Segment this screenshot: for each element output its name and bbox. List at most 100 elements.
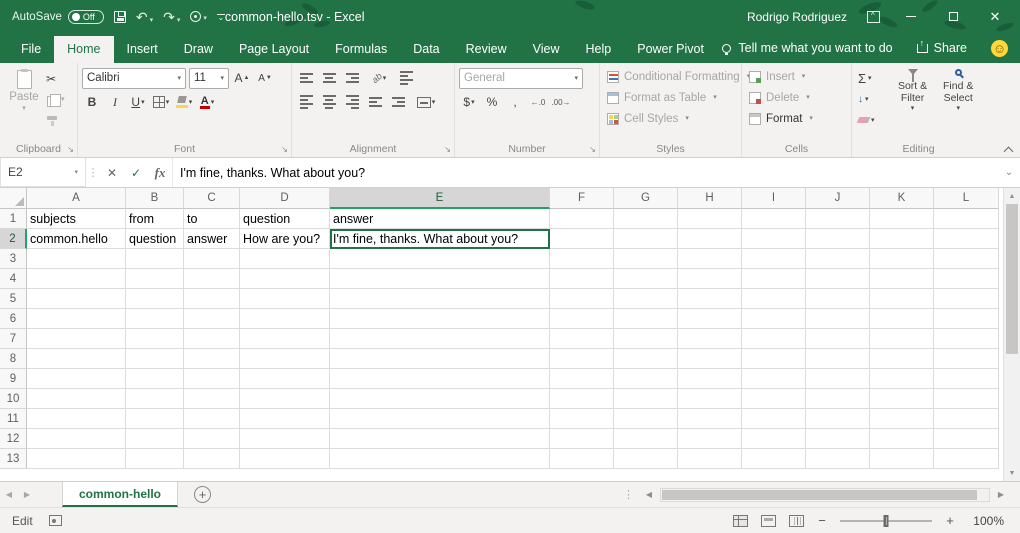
tab-page-layout[interactable]: Page Layout: [226, 36, 322, 63]
row-header-9[interactable]: 9: [0, 369, 27, 389]
cell-A3[interactable]: [27, 249, 126, 269]
formula-bar-splitter[interactable]: ⋮: [86, 158, 100, 187]
column-header-I[interactable]: I: [742, 188, 806, 209]
cell-L7[interactable]: [934, 329, 999, 349]
row-header-8[interactable]: 8: [0, 349, 27, 369]
cell-E9[interactable]: [330, 369, 550, 389]
cell-B6[interactable]: [126, 309, 184, 329]
cell-C9[interactable]: [184, 369, 240, 389]
cell-C1[interactable]: to: [184, 209, 240, 229]
bottom-align-button[interactable]: [342, 68, 362, 88]
decrease-decimal-button[interactable]: .00→: [551, 92, 571, 112]
fill-color-button[interactable]: ▾: [174, 92, 194, 112]
sort-filter-button[interactable]: Sort & Filter▾: [890, 66, 936, 140]
macro-record-icon[interactable]: [49, 515, 62, 526]
cell-I2[interactable]: [742, 229, 806, 249]
cell-J1[interactable]: [806, 209, 870, 229]
cell-G1[interactable]: [614, 209, 678, 229]
cell-I9[interactable]: [742, 369, 806, 389]
cell-F4[interactable]: [550, 269, 614, 289]
cell-E13[interactable]: [330, 449, 550, 469]
cell-C12[interactable]: [184, 429, 240, 449]
cell-E7[interactable]: [330, 329, 550, 349]
cell-B12[interactable]: [126, 429, 184, 449]
tab-insert[interactable]: Insert: [114, 36, 171, 63]
vertical-scrollbar[interactable]: ▲ ▼: [1003, 188, 1020, 481]
row-header-5[interactable]: 5: [0, 289, 27, 309]
cell-J9[interactable]: [806, 369, 870, 389]
cell-G2[interactable]: [614, 229, 678, 249]
cell-F13[interactable]: [550, 449, 614, 469]
cell-G13[interactable]: [614, 449, 678, 469]
cell-H7[interactable]: [678, 329, 742, 349]
cell-B2[interactable]: question: [126, 229, 184, 249]
cell-D4[interactable]: [240, 269, 330, 289]
cell-J2[interactable]: [806, 229, 870, 249]
cell-D7[interactable]: [240, 329, 330, 349]
cell-J7[interactable]: [806, 329, 870, 349]
align-left-button[interactable]: [296, 92, 316, 112]
row-header-7[interactable]: 7: [0, 329, 27, 349]
cell-D2[interactable]: How are you?: [240, 229, 330, 249]
cell-G8[interactable]: [614, 349, 678, 369]
cell-H6[interactable]: [678, 309, 742, 329]
cell-H11[interactable]: [678, 409, 742, 429]
accounting-format-button[interactable]: $▾: [459, 92, 479, 112]
column-header-J[interactable]: J: [806, 188, 870, 209]
sheet-nav-left-icon[interactable]: ◀: [0, 482, 18, 507]
cell-L2[interactable]: [934, 229, 999, 249]
horizontal-scrollbar[interactable]: [660, 488, 990, 502]
cell-A7[interactable]: [27, 329, 126, 349]
cell-K8[interactable]: [870, 349, 934, 369]
clipboard-dialog-launcher[interactable]: ↘: [67, 145, 74, 154]
cell-H13[interactable]: [678, 449, 742, 469]
cell-K3[interactable]: [870, 249, 934, 269]
cell-I1[interactable]: [742, 209, 806, 229]
clear-button[interactable]: ▾: [856, 110, 890, 130]
cell-D5[interactable]: [240, 289, 330, 309]
cell-F9[interactable]: [550, 369, 614, 389]
orientation-button[interactable]: ab▾: [365, 68, 393, 88]
cell-G9[interactable]: [614, 369, 678, 389]
cell-K2[interactable]: [870, 229, 934, 249]
fill-button[interactable]: ↓▾: [856, 89, 890, 109]
row-header-10[interactable]: 10: [0, 389, 27, 409]
cell-G10[interactable]: [614, 389, 678, 409]
expand-formula-bar-icon[interactable]: ⌄: [998, 158, 1020, 187]
column-header-F[interactable]: F: [550, 188, 614, 209]
paste-button[interactable]: Paste ▾: [4, 66, 44, 140]
cell-L3[interactable]: [934, 249, 999, 269]
column-header-K[interactable]: K: [870, 188, 934, 209]
conditional-formatting-button[interactable]: Conditional Formatting▾: [604, 66, 737, 87]
italic-button[interactable]: I: [105, 92, 125, 112]
cell-B13[interactable]: [126, 449, 184, 469]
cell-styles-button[interactable]: Cell Styles▾: [604, 108, 737, 129]
cell-J4[interactable]: [806, 269, 870, 289]
tab-power-pivot[interactable]: Power Pivot: [624, 36, 717, 63]
name-box[interactable]: E2▾: [0, 158, 86, 187]
cell-A9[interactable]: [27, 369, 126, 389]
cell-B9[interactable]: [126, 369, 184, 389]
column-header-B[interactable]: B: [126, 188, 184, 209]
cell-I3[interactable]: [742, 249, 806, 269]
tab-view[interactable]: View: [520, 36, 573, 63]
tab-home[interactable]: Home: [54, 36, 113, 63]
cell-A4[interactable]: [27, 269, 126, 289]
font-name-select[interactable]: Calibri▾: [82, 68, 186, 89]
row-header-2[interactable]: 2: [0, 229, 27, 249]
cell-F12[interactable]: [550, 429, 614, 449]
cell-A13[interactable]: [27, 449, 126, 469]
cell-E4[interactable]: [330, 269, 550, 289]
cell-L12[interactable]: [934, 429, 999, 449]
cut-button[interactable]: ✂: [44, 69, 68, 88]
cell-D10[interactable]: [240, 389, 330, 409]
redo-button[interactable]: ↷▾: [163, 10, 180, 24]
cell-H5[interactable]: [678, 289, 742, 309]
cell-I12[interactable]: [742, 429, 806, 449]
copy-button[interactable]: ▾: [44, 90, 68, 109]
cell-E2[interactable]: I'm fine, thanks. What about you?: [330, 229, 550, 249]
middle-align-button[interactable]: [319, 68, 339, 88]
sheet-tab-common-hello[interactable]: common-hello: [62, 482, 178, 507]
cell-F3[interactable]: [550, 249, 614, 269]
column-header-D[interactable]: D: [240, 188, 330, 209]
